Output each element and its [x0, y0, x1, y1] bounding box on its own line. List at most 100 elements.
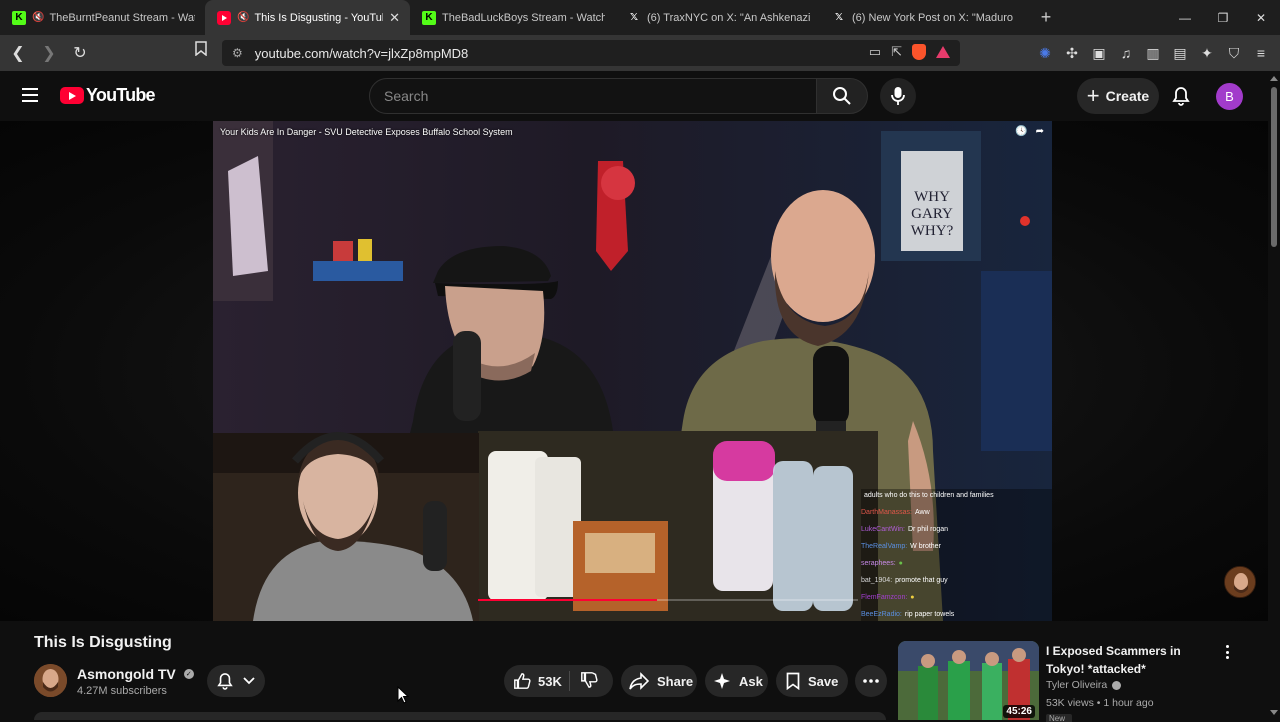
player-top-controls: 🕓 ➦ — [1015, 126, 1044, 137]
create-label: Create — [1105, 88, 1150, 104]
more-horizontal-icon — [863, 679, 879, 683]
browser-tab[interactable]: 𝕏 (6) TraxNYC on X: "An Ashkenazi less — [615, 0, 820, 35]
ask-button[interactable]: Ask — [705, 665, 768, 697]
more-actions-button[interactable] — [855, 665, 887, 697]
recommended-thumbnail[interactable]: 45:26 — [898, 641, 1039, 720]
browser-toolbar: ❮ ❯ ↻ ⚙ youtube.com/watch?v=jlxZp8mpMD8 … — [0, 35, 1280, 71]
video-title: This Is Disgusting — [34, 634, 172, 651]
chat-user: bat_1904: — [861, 577, 893, 584]
chat-user: DarthManassas: — [861, 509, 912, 516]
create-button[interactable]: + Create — [1077, 78, 1159, 114]
tab-title: TheBurntPeanut Stream - Watch Live — [49, 11, 195, 24]
muted-speaker-icon[interactable]: 🔇 — [237, 12, 249, 23]
account-avatar[interactable]: B — [1216, 83, 1243, 110]
vpn-icon[interactable]: ✺ — [1038, 45, 1052, 62]
emote-icon: ● — [898, 560, 903, 567]
recommended-title[interactable]: I Exposed Scammers in Tokyo! *attacked* — [1046, 642, 1216, 678]
browser-tab-active[interactable]: 🔇 This Is Disgusting - YouTube ✕ — [205, 0, 410, 35]
extensions-icon[interactable]: ✣ — [1065, 45, 1079, 62]
subscription-bell-button[interactable] — [207, 665, 265, 697]
chat-message: Aww — [914, 509, 930, 516]
scrollbar-thumb[interactable] — [1271, 87, 1277, 247]
page-scrollbar[interactable] — [1268, 71, 1280, 720]
ask-label: Ask — [739, 673, 763, 689]
search-button[interactable] — [816, 78, 868, 114]
video-progress-bar[interactable] — [478, 599, 858, 601]
channel-avatar[interactable] — [34, 664, 67, 697]
more-vertical-icon[interactable] — [1221, 643, 1233, 661]
browser-tab[interactable]: 𝕏 (6) New York Post on X: "Maduro Op — [820, 0, 1025, 35]
channel-name-row[interactable]: Asmongold TV ✓ — [77, 666, 194, 682]
vpn-shield-icon[interactable]: ⛉ — [1227, 45, 1241, 62]
restore-icon[interactable]: ❐ — [1204, 0, 1242, 35]
voice-search-button[interactable] — [880, 78, 916, 114]
recommended-meta: 53K views • 1 hour ago — [1046, 697, 1154, 709]
notifications-button[interactable] — [1168, 81, 1194, 111]
watch-later-icon[interactable]: 🕓 — [1015, 126, 1027, 137]
media-icon[interactable]: ♫ — [1119, 45, 1133, 61]
site-settings-icon[interactable]: ⚙ — [232, 46, 243, 60]
brave-shields-icon[interactable] — [912, 44, 926, 60]
description-box[interactable] — [34, 712, 886, 720]
new-badge: New — [1046, 714, 1072, 722]
emote-icon: ● — [910, 594, 915, 601]
youtube-logo[interactable]: YouTube — [60, 85, 156, 106]
bookmark-icon — [786, 672, 800, 690]
share-button[interactable]: Share — [621, 665, 697, 697]
progress-played — [478, 599, 657, 601]
channel-name[interactable]: Asmongold TV — [77, 666, 176, 682]
search-icon — [833, 87, 851, 105]
chat-line: BeeEzRadio: rip paper towels — [861, 606, 1052, 621]
share-video-icon[interactable]: ➦ — [1036, 126, 1044, 137]
guide-menu-icon[interactable] — [22, 88, 38, 102]
scroll-down-icon[interactable] — [1270, 710, 1278, 715]
minimize-icon[interactable]: — — [1166, 0, 1204, 35]
scroll-up-icon[interactable] — [1270, 76, 1278, 81]
dislike-button[interactable] — [570, 671, 598, 692]
cast-icon[interactable]: ▭ — [869, 44, 881, 60]
share-page-icon[interactable]: ⇱ — [891, 44, 902, 60]
brave-rewards-icon[interactable] — [936, 46, 950, 58]
bookmark-icon[interactable] — [195, 41, 207, 59]
search-box[interactable] — [369, 78, 817, 114]
plus-icon: + — [1086, 83, 1100, 108]
browser-tab[interactable]: K 🔇 TheBurntPeanut Stream - Watch Live — [0, 0, 205, 35]
video-overlay-title: Your Kids Are In Danger - SVU Detective … — [220, 127, 513, 137]
thumbs-up-icon — [514, 673, 531, 689]
window-controls: — ❐ ✕ — [1166, 0, 1280, 35]
new-tab-icon[interactable]: + — [1031, 3, 1061, 33]
chat-message: Dr phil rogan — [907, 526, 949, 533]
recommended-channel-row: Tyler Oliveira — [1046, 679, 1122, 691]
chat-line: FlemFamzcon: ● — [861, 589, 1052, 606]
kick-icon: K — [422, 10, 436, 25]
search-input[interactable] — [384, 88, 816, 104]
browser-tab[interactable]: K TheBadLuckBoys Stream - Watch Live — [410, 0, 615, 35]
verified-icon — [1112, 680, 1122, 690]
close-tab-icon[interactable]: ✕ — [389, 10, 400, 26]
tab-title: (6) TraxNYC on X: "An Ashkenazi less — [647, 11, 810, 24]
like-button[interactable]: 53K — [504, 671, 570, 691]
menu-icon[interactable]: ≡ — [1254, 45, 1268, 61]
thumbs-down-icon — [581, 671, 598, 688]
youtube-wordmark: YouTube — [86, 85, 156, 105]
close-window-icon[interactable]: ✕ — [1242, 0, 1280, 35]
chat-user: LukeCantWin: — [861, 526, 905, 533]
address-bar[interactable]: ⚙ youtube.com/watch?v=jlxZp8mpMD8 ▭ ⇱ — [222, 40, 960, 66]
sidebar-icon[interactable]: ▥ — [1146, 45, 1160, 62]
screenshot-icon[interactable]: ▣ — [1092, 45, 1106, 62]
forward-icon[interactable]: ❯ — [36, 40, 62, 66]
chevron-down-icon — [243, 677, 255, 685]
video-player[interactable]: WHY GARY WHY? Your Kids Are In Danger - … — [213, 121, 1052, 621]
back-icon[interactable]: ❮ — [5, 40, 31, 66]
muted-speaker-icon[interactable]: 🔇 — [32, 12, 44, 23]
wallet-icon[interactable]: ▤ — [1173, 45, 1187, 62]
reload-icon[interactable]: ↻ — [67, 40, 93, 66]
chat-line: adults who do this to children and famil… — [861, 487, 1052, 504]
x-icon: 𝕏 — [834, 12, 844, 23]
kick-icon: K — [12, 10, 26, 25]
save-button[interactable]: Save — [776, 665, 848, 697]
leo-ai-icon[interactable]: ✦ — [1200, 45, 1214, 62]
chat-line: bat_1904: promote that guy — [861, 572, 1052, 589]
browser-tab-strip: K 🔇 TheBurntPeanut Stream - Watch Live 🔇… — [0, 0, 1280, 35]
channel-bubble-avatar[interactable] — [1224, 566, 1256, 598]
